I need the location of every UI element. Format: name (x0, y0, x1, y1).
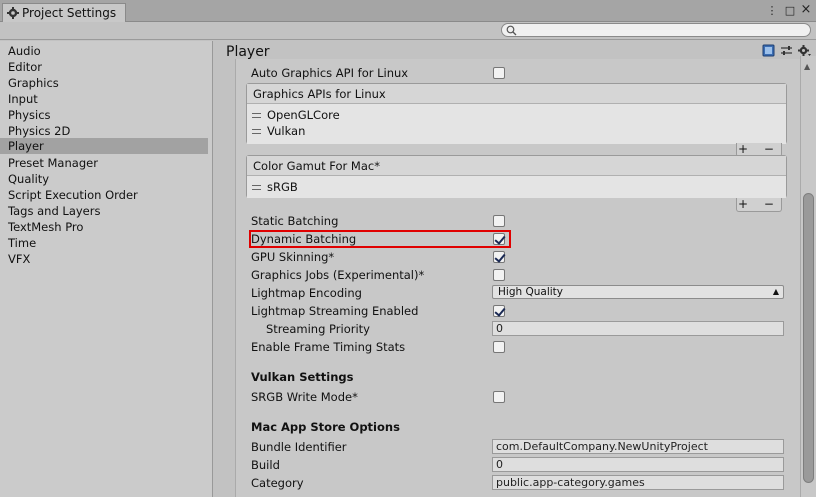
graphics-apis-linux-body: OpenGLCore Vulkan (247, 104, 786, 144)
graphics-jobs-label: Graphics Jobs (Experimental)* (251, 268, 425, 282)
streaming-priority-label: Streaming Priority (266, 322, 370, 336)
lightmap-streaming-checkbox[interactable] (493, 305, 505, 317)
color-gamut-mac-header: Color Gamut For Mac* (247, 156, 786, 176)
mac-app-store-heading: Mac App Store Options (251, 420, 400, 434)
build-field[interactable]: 0 (492, 457, 784, 472)
list-item[interactable]: OpenGLCore (247, 107, 786, 123)
dynamic-batching-label: Dynamic Batching (251, 232, 357, 246)
help-book-icon[interactable] (762, 44, 775, 57)
graphics-jobs-checkbox[interactable] (493, 269, 505, 281)
auto-graphics-api-linux-checkbox[interactable] (493, 67, 505, 79)
vertical-scrollbar[interactable]: ▲ (800, 56, 816, 497)
sidebar-item-preset-manager[interactable]: Preset Manager (0, 155, 208, 171)
search-input[interactable] (501, 23, 811, 37)
sidebar-item-quality[interactable]: Quality (0, 171, 208, 187)
close-button[interactable]: × (799, 2, 813, 17)
color-gamut-add-remove-buttons[interactable]: + − (736, 198, 782, 212)
more-options-icon[interactable]: ⋮ (765, 4, 779, 17)
category-field[interactable]: public.app-category.games (492, 475, 784, 490)
settings-gear-icon (7, 7, 19, 19)
sidebar-item-input[interactable]: Input (0, 91, 208, 107)
frame-timing-label: Enable Frame Timing Stats (251, 340, 406, 354)
bundle-identifier-field[interactable]: com.DefaultCompany.NewUnityProject (492, 439, 784, 454)
vulkan-settings-heading: Vulkan Settings (251, 370, 354, 384)
sidebar-item-editor[interactable]: Editor (0, 59, 208, 75)
search-toolbar (0, 22, 816, 40)
sidebar-item-player[interactable]: Player (0, 138, 208, 154)
sidebar-item-vfx[interactable]: VFX (0, 251, 208, 267)
sidebar-item-audio[interactable]: Audio (0, 43, 208, 59)
srgb-write-mode-label: SRGB Write Mode* (251, 390, 358, 404)
drag-handle-icon[interactable] (252, 129, 261, 134)
window-title: Project Settings (22, 6, 117, 20)
graphics-apis-linux-header: Graphics APIs for Linux (247, 84, 786, 104)
color-gamut-mac-body: sRGB (247, 176, 786, 198)
sidebar-item-physics-2d[interactable]: Physics 2D (0, 123, 208, 139)
list-item[interactable]: Vulkan (247, 123, 786, 139)
sidebar-item-tags-and-layers[interactable]: Tags and Layers (0, 203, 208, 219)
gpu-skinning-label: GPU Skinning* (251, 250, 335, 264)
category-label: Category (251, 476, 304, 490)
drag-handle-icon[interactable] (252, 113, 261, 118)
search-icon (506, 25, 517, 36)
project-settings-tab[interactable]: Project Settings (2, 3, 126, 22)
title-bar: Project Settings ⋮ □ × (0, 0, 816, 22)
auto-graphics-api-linux-label: Auto Graphics API for Linux (251, 66, 409, 80)
sidebar-item-textmesh-pro[interactable]: TextMesh Pro (0, 219, 208, 235)
sidebar-item-time[interactable]: Time (0, 235, 208, 251)
static-batching-checkbox[interactable] (493, 215, 505, 227)
lightmap-encoding-value: High Quality (498, 286, 563, 298)
graphics-apis-linux-list: Graphics APIs for Linux OpenGLCore Vulka… (246, 83, 787, 144)
scroll-up-arrow-icon[interactable]: ▲ (804, 62, 810, 71)
settings-sidebar: Audio Editor Graphics Input Physics Phys… (0, 41, 213, 497)
gpu-skinning-checkbox[interactable] (493, 251, 505, 263)
lightmap-streaming-label: Lightmap Streaming Enabled (251, 304, 419, 318)
page-title: Player (226, 44, 270, 60)
maximize-button[interactable]: □ (783, 4, 797, 17)
drag-handle-icon[interactable] (252, 185, 261, 190)
srgb-write-mode-checkbox[interactable] (493, 391, 505, 403)
sidebar-item-graphics[interactable]: Graphics (0, 75, 208, 91)
preset-sliders-icon[interactable] (780, 44, 793, 57)
lightmap-encoding-dropdown[interactable]: High Quality ▲ (492, 285, 784, 299)
sidebar-item-script-execution-order[interactable]: Script Execution Order (0, 187, 208, 203)
build-label: Build (251, 458, 280, 472)
player-settings-panel: Player Auto Graphics API for Linux Graph… (214, 41, 816, 497)
color-gamut-mac-list: Color Gamut For Mac* sRGB (246, 155, 787, 198)
lightmap-encoding-label: Lightmap Encoding (251, 286, 362, 300)
frame-timing-checkbox[interactable] (493, 341, 505, 353)
list-item[interactable]: sRGB (247, 179, 786, 195)
bundle-identifier-label: Bundle Identifier (251, 440, 347, 454)
sidebar-item-physics[interactable]: Physics (0, 107, 208, 123)
dropdown-arrow-icon: ▲ (772, 287, 779, 296)
dynamic-batching-checkbox[interactable] (493, 233, 505, 245)
scrollbar-thumb[interactable] (803, 193, 814, 483)
static-batching-label: Static Batching (251, 214, 339, 228)
streaming-priority-field[interactable]: 0 (492, 321, 784, 336)
